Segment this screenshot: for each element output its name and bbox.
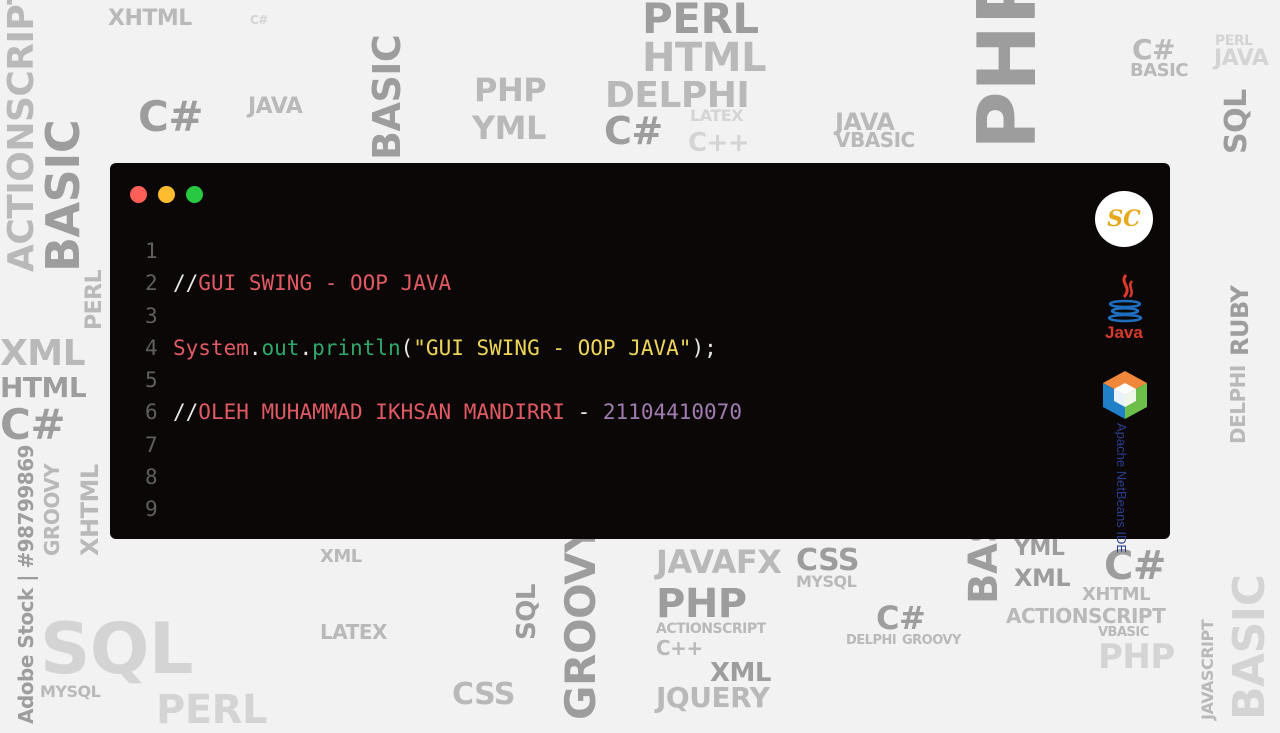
bg-word: PHP — [1098, 637, 1175, 677]
bg-word: LATEX — [320, 620, 387, 644]
bg-word: DELPHI — [1226, 365, 1250, 444]
comment-slashes: // — [173, 400, 199, 425]
bg-word: BASIC — [36, 119, 90, 272]
bg-word: C++ — [656, 636, 703, 660]
bg-word: PHP — [474, 71, 547, 109]
code-line: 7 — [145, 429, 1050, 461]
netbeans-cube-icon — [1103, 371, 1147, 419]
bg-word: Adobe Stock | #98799869 — [14, 444, 38, 724]
window-controls — [130, 186, 203, 203]
code-class-name: System — [173, 335, 249, 360]
code-dot: . — [299, 335, 313, 360]
line-number: 4 — [145, 335, 158, 360]
bg-word: PERL — [642, 0, 759, 43]
bg-word: GROOVY — [556, 522, 605, 720]
line-number: 2 — [145, 271, 158, 296]
line-number: 7 — [145, 432, 158, 457]
bg-word: JAVA — [248, 94, 303, 119]
bg-word: CSS — [452, 677, 515, 712]
code-dot: . — [248, 335, 262, 360]
bg-word: C# — [138, 92, 204, 141]
bg-word: C# — [876, 599, 926, 637]
code-line: 6 // OLEH MUHAMMAD IKHSAN MANDIRRI - 211… — [145, 396, 1050, 428]
line-number: 6 — [145, 400, 158, 425]
comment-separator: - — [564, 400, 603, 425]
bg-word: GROOVY — [40, 463, 64, 556]
minimize-dot-icon[interactable] — [158, 186, 175, 203]
code-line: 4 System . out . println ( "GUI SWING - … — [145, 332, 1050, 364]
bg-word: BASIC — [1224, 574, 1275, 720]
bg-word: XHTML — [76, 464, 104, 556]
bg-word: YML — [472, 109, 546, 147]
bg-word: C# — [250, 13, 268, 27]
bg-word: JAVAFX — [656, 543, 782, 581]
netbeans-logo-text: Apache NetBeans IDE — [1114, 423, 1129, 554]
bg-word: XML — [0, 333, 86, 374]
bg-word: C# — [1132, 33, 1176, 66]
line-number: 3 — [145, 303, 158, 328]
bg-word: ACTIONSCRIPT — [1006, 604, 1166, 628]
sc-logo-icon: SC — [1095, 191, 1153, 247]
bg-word: PHP — [961, 0, 1054, 150]
close-dot-icon[interactable] — [130, 186, 147, 203]
line-number: 1 — [145, 239, 158, 263]
code-paren-open: ( — [400, 335, 414, 360]
code-line: 1 — [145, 235, 1050, 267]
bg-word: ACTIONSCRIPT — [656, 621, 766, 637]
bg-word: BASIC — [365, 34, 409, 160]
bg-word: MYSQL — [40, 682, 101, 701]
code-line: 5 — [145, 364, 1050, 396]
bg-word: DELPHI — [846, 633, 897, 648]
java-logo-text: Java — [1105, 323, 1143, 342]
bg-word: PERL — [82, 269, 107, 330]
bg-word: PHP — [656, 581, 747, 627]
bg-word: RUBY — [1226, 285, 1254, 356]
bg-word: YML — [1014, 536, 1065, 561]
comment-student-id: 21104410070 — [602, 400, 742, 425]
code-paren-close: ); — [691, 335, 717, 360]
code-block: 1 2 // GUI SWING - OOP JAVA 3 4 System .… — [145, 235, 1050, 526]
bg-word: C++ — [688, 128, 750, 158]
code-method: println — [312, 335, 401, 360]
bg-word: SQL — [512, 584, 542, 640]
sc-logo-text: SC — [1107, 205, 1141, 232]
bg-word: XHTML — [108, 6, 192, 31]
comment-text: GUI SWING - OOP JAVA — [198, 271, 452, 296]
code-line: 9 — [145, 493, 1050, 525]
line-number: 5 — [145, 368, 158, 393]
bg-word: MYSQL — [796, 572, 857, 591]
bg-word: HTML — [0, 371, 87, 404]
code-string: "GUI SWING - OOP JAVA" — [413, 335, 692, 360]
bg-word: HTML — [642, 35, 767, 81]
maximize-dot-icon[interactable] — [186, 186, 203, 203]
bg-word: XML — [1014, 564, 1071, 592]
bg-word: VBASIC — [835, 128, 915, 152]
bg-word: C# — [0, 400, 66, 449]
bg-word: GROOVY — [902, 633, 961, 648]
bg-word: PERL — [156, 687, 267, 733]
comment-slashes: // — [173, 271, 199, 296]
code-line: 3 — [145, 300, 1050, 332]
code-line: 8 — [145, 461, 1050, 493]
bg-word: JAVASCRIPT — [1198, 619, 1217, 720]
bg-word: JAVA — [1214, 46, 1269, 71]
line-number: 8 — [145, 465, 158, 490]
code-window: 1 2 // GUI SWING - OOP JAVA 3 4 System .… — [110, 163, 1170, 553]
bg-word: C# — [604, 109, 663, 153]
bg-word: LATEX — [690, 106, 744, 125]
bg-word: XML — [320, 546, 362, 567]
comment-author-name: OLEH MUHAMMAD IKHSAN MANDIRRI — [198, 400, 565, 425]
bg-word: SQL — [40, 608, 194, 690]
bg-word: ACTIONSCRIPT — [1, 0, 42, 272]
bg-word: SQL — [1219, 89, 1254, 154]
code-line: 2 // GUI SWING - OOP JAVA — [145, 267, 1050, 299]
line-number: 9 — [145, 497, 158, 522]
code-field: out — [261, 335, 300, 360]
bg-word: XHTML — [1082, 584, 1151, 605]
bg-word: JQUERY — [656, 681, 770, 714]
